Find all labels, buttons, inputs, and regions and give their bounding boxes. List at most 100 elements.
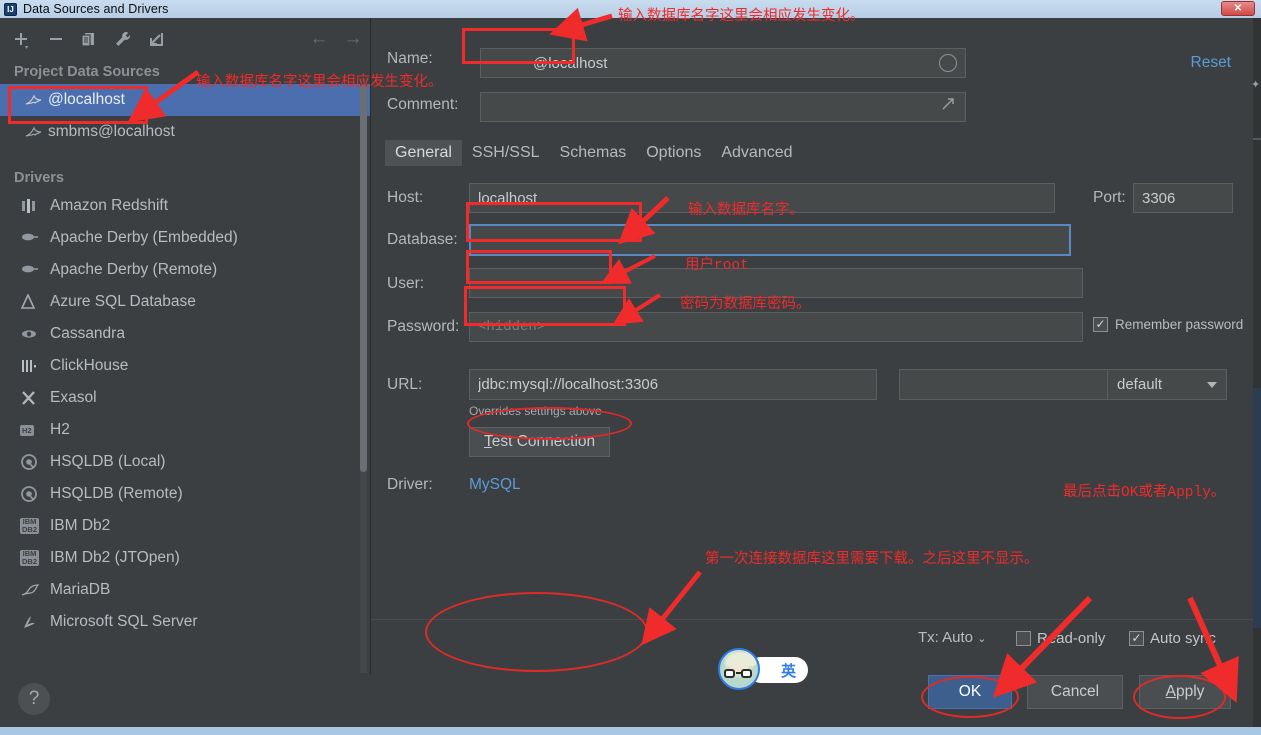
auto-sync-checkbox[interactable]: ✓ Auto sync — [1129, 630, 1216, 647]
intellij-idea-icon: IJ — [4, 2, 17, 16]
url-mode-select[interactable]: default — [1107, 369, 1227, 400]
left-scrollbar-thumb[interactable] — [360, 84, 367, 472]
driver-item-cassandra[interactable]: Cassandra — [0, 318, 370, 350]
read-only-checkbox[interactable]: ✓ Read-only — [1016, 630, 1105, 647]
data-source-item-smbms[interactable]: smbms@localhost — [0, 116, 370, 148]
comment-input[interactable] — [480, 92, 966, 122]
close-icon[interactable]: ✕ — [1221, 1, 1255, 16]
driver-label: IBM Db2 — [50, 517, 111, 534]
back-button[interactable]: ← — [307, 29, 331, 50]
host-label: Host: — [387, 189, 424, 206]
tab-options[interactable]: Options — [636, 140, 711, 166]
driver-label: Cassandra — [50, 325, 125, 342]
driver-item-exasol[interactable]: Exasol — [0, 382, 370, 414]
driver-item-apache-derby-remote[interactable]: Apache Derby (Remote) — [0, 254, 370, 286]
avatar — [718, 648, 760, 690]
copy-button[interactable] — [78, 28, 100, 50]
remember-password-label: Remember password — [1115, 317, 1244, 332]
hsqldb-icon — [20, 452, 50, 472]
overrides-note: Overrides settings above — [469, 404, 602, 418]
driver-label: Azure SQL Database — [50, 293, 196, 310]
password-input[interactable] — [469, 312, 1083, 342]
forward-button[interactable]: → — [341, 29, 365, 50]
data-source-label: @localhost — [48, 91, 125, 108]
auto-sync-label: Auto sync — [1150, 630, 1216, 647]
driver-item-h2[interactable]: H2 H2 — [0, 414, 370, 446]
redshift-icon — [20, 196, 50, 216]
read-only-label: Read-only — [1037, 630, 1106, 647]
mysql-dolphin-icon — [24, 124, 48, 140]
port-input[interactable] — [1133, 183, 1233, 213]
clickhouse-icon — [20, 356, 50, 376]
database-label: Database: — [387, 231, 458, 248]
expand-icon[interactable] — [941, 97, 955, 111]
driver-item-apache-derby-embedded[interactable]: Apache Derby (Embedded) — [0, 222, 370, 254]
driver-item-clickhouse[interactable]: ClickHouse — [0, 350, 370, 382]
checkbox-checked-icon: ✓ — [1129, 631, 1144, 646]
help-icon[interactable]: ? — [18, 683, 50, 715]
left-toolbar: ← → — [0, 18, 370, 58]
url-extra-input[interactable] — [899, 369, 1115, 400]
dialog-window: ← → Project Data Sources @localhost smbm… — [0, 18, 1253, 727]
tx-mode-select[interactable]: Tx: Auto ⌄ — [918, 629, 986, 646]
driver-label: Apache Derby (Embedded) — [50, 229, 238, 246]
driver-label: H2 — [50, 421, 70, 438]
driver-item-microsoft-sql-server[interactable]: Microsoft SQL Server — [0, 606, 370, 638]
settings-tabs: General SSH/SSL Schemas Options Advanced — [385, 140, 803, 166]
driver-item-hsqldb-remote[interactable]: HSQLDB (Remote) — [0, 478, 370, 510]
tx-mode-label: Tx: Auto — [918, 629, 974, 646]
mysql-dolphin-icon — [24, 92, 48, 108]
mariadb-icon — [20, 580, 50, 600]
drivers-header: Drivers — [14, 170, 64, 186]
tab-ssh-ssl[interactable]: SSH/SSL — [462, 140, 550, 166]
window-title: Data Sources and Drivers — [23, 2, 169, 16]
window-titlebar: IJ Data Sources and Drivers ✕ — [0, 0, 1261, 18]
user-input[interactable] — [469, 268, 1083, 298]
name-status-circle-icon — [939, 54, 957, 72]
checkbox-checked-icon: ✓ — [1093, 317, 1108, 332]
import-arrow-icon[interactable] — [145, 28, 167, 50]
name-label: Name: — [387, 50, 433, 67]
driver-label: HSQLDB (Remote) — [50, 485, 183, 502]
url-input[interactable] — [469, 369, 877, 400]
left-panel: ← → Project Data Sources @localhost smbm… — [0, 18, 371, 675]
db2-icon: IBM DB2 — [20, 549, 40, 566]
cancel-button[interactable]: Cancel — [1027, 675, 1123, 709]
properties-wrench-icon[interactable] — [112, 28, 134, 50]
comment-label: Comment: — [387, 96, 459, 113]
driver-item-hsqldb-local[interactable]: HSQLDB (Local) — [0, 446, 370, 478]
driver-item-amazon-redshift[interactable]: Amazon Redshift — [0, 190, 370, 222]
url-mode-value: default — [1117, 376, 1163, 393]
project-data-sources-header: Project Data Sources — [14, 64, 160, 80]
right-panel: Reset Name: Comment: General SSH/SSL Sch… — [371, 18, 1253, 727]
ok-button[interactable]: OK — [928, 675, 1012, 709]
remember-password-checkbox[interactable]: ✓ Remember password — [1093, 317, 1243, 332]
driver-item-ibm-db2[interactable]: IBM DB2 IBM Db2 — [0, 510, 370, 542]
reset-link[interactable]: Reset — [1191, 54, 1232, 72]
host-input[interactable] — [469, 183, 1055, 213]
data-source-item-localhost[interactable]: @localhost — [0, 84, 370, 116]
tab-general[interactable]: General — [385, 140, 462, 166]
driver-item-azure-sql-database[interactable]: Azure SQL Database — [0, 286, 370, 318]
remove-button[interactable] — [45, 28, 67, 50]
add-button[interactable] — [10, 28, 32, 50]
driver-value-link[interactable]: MySQL — [469, 476, 521, 494]
driver-item-mariadb[interactable]: MariaDB — [0, 574, 370, 606]
driver-label: MariaDB — [50, 581, 111, 598]
apply-button[interactable]: Apply — [1139, 675, 1231, 709]
test-connection-button[interactable]: Test Connection — [469, 427, 611, 457]
driver-item-ibm-db2-jtopen[interactable]: IBM DB2 IBM Db2 (JTOpen) — [0, 542, 370, 574]
h2-icon: H2 — [20, 424, 34, 436]
ide-sliver-divider — [1253, 138, 1261, 140]
name-input[interactable] — [480, 48, 966, 78]
ide-background-sliver: ✦ — [1251, 18, 1261, 727]
driver-label: ClickHouse — [50, 357, 129, 374]
database-input[interactable] — [469, 224, 1071, 256]
test-connection-label: est Connection — [491, 433, 596, 450]
tab-schemas[interactable]: Schemas — [550, 140, 637, 166]
help-bar: ? — [0, 675, 371, 727]
avatar-glasses-left — [724, 669, 735, 678]
azure-icon — [20, 292, 50, 312]
tab-advanced[interactable]: Advanced — [711, 140, 802, 166]
exasol-icon — [20, 388, 50, 408]
